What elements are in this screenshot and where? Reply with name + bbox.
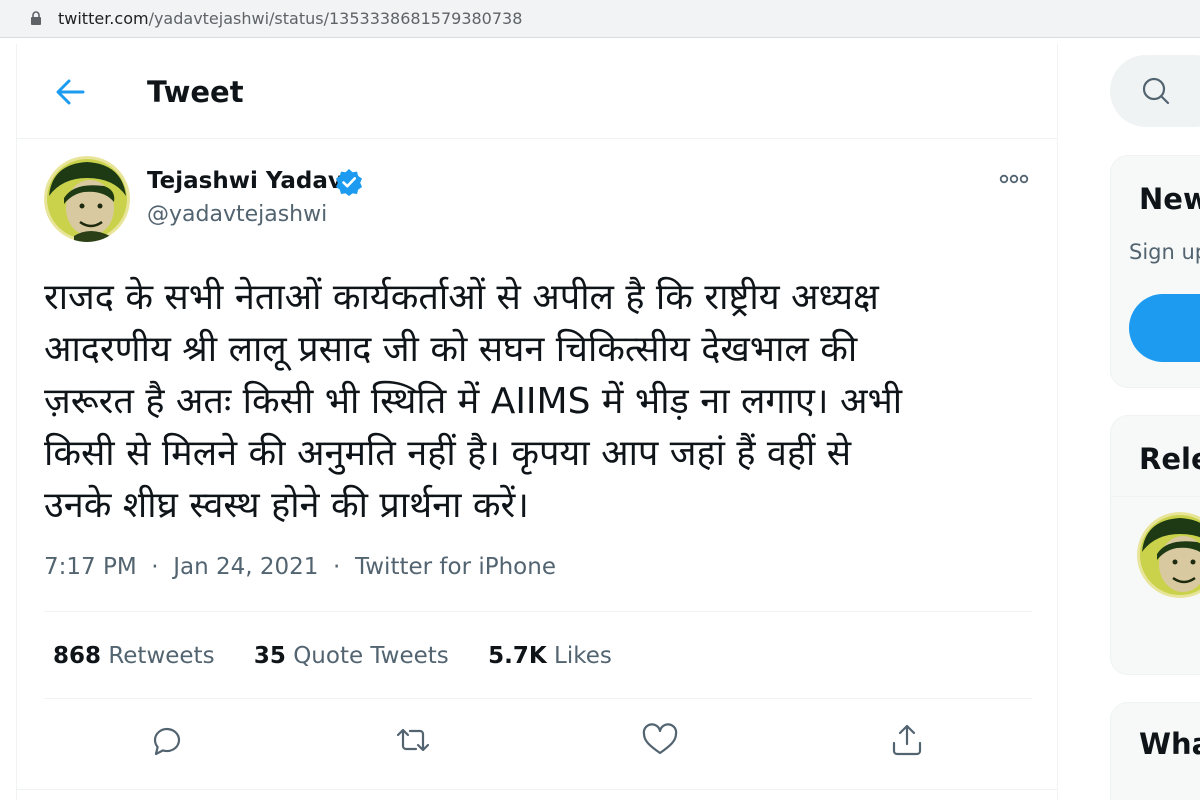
relevant-people-card: Rele xyxy=(1110,415,1200,675)
main-column: Tweet Tejashwi Yadav @yadavtejashwi राजद… xyxy=(16,44,1058,800)
lock-icon xyxy=(31,11,41,25)
tweet-text-line: आदरणीय श्री लालू प्रसाद जी को सघन चिकित्… xyxy=(44,329,858,370)
arrow-left-icon xyxy=(56,79,85,105)
meta-separator: · xyxy=(144,554,166,580)
divider xyxy=(44,698,1032,699)
whats-happening-card: Wha xyxy=(1110,702,1200,800)
search-input[interactable] xyxy=(1110,55,1200,127)
more-dots-icon xyxy=(999,174,1029,184)
divider xyxy=(17,789,1057,790)
back-button[interactable] xyxy=(51,72,91,112)
browser-address-bar[interactable]: twitter.com/yadavtejashwi/status/1353338… xyxy=(0,0,1200,38)
reply-button[interactable] xyxy=(143,716,191,764)
page-header: Tweet xyxy=(17,44,1057,139)
reply-icon xyxy=(153,728,181,756)
url-text[interactable]: twitter.com/yadavtejashwi/status/1353338… xyxy=(58,9,522,28)
share-button[interactable] xyxy=(883,716,931,764)
signup-card-subtitle: Sign up xyxy=(1129,240,1200,264)
tweet-date[interactable]: Jan 24, 2021 xyxy=(173,554,318,580)
retweet-button[interactable] xyxy=(389,716,437,764)
url-host: twitter.com xyxy=(58,9,149,28)
more-options-button[interactable] xyxy=(997,168,1031,190)
meta-separator: · xyxy=(325,554,348,580)
avatar-image xyxy=(44,156,130,242)
retweets-stat[interactable]: 868 Retweets xyxy=(53,643,215,669)
tweet-actions xyxy=(17,716,1057,764)
tweet-stats: 868 Retweets 35 Quote Tweets 5.7K Likes xyxy=(53,643,644,669)
avatar[interactable] xyxy=(1137,512,1200,598)
share-icon xyxy=(892,724,922,756)
retweets-label: Retweets xyxy=(108,643,215,669)
tweet-meta: 7:17 PM · Jan 24, 2021 · Twitter for iPh… xyxy=(44,554,556,580)
heart-icon xyxy=(642,723,678,755)
author-handle[interactable]: @yadavtejashwi xyxy=(147,202,327,227)
quote-tweets-stat[interactable]: 35 Quote Tweets xyxy=(254,643,449,669)
signup-button[interactable] xyxy=(1129,294,1200,362)
page-title: Tweet xyxy=(147,75,244,109)
whats-happening-title: Wha xyxy=(1139,727,1200,761)
author-name[interactable]: Tejashwi Yadav xyxy=(147,168,343,194)
divider xyxy=(44,611,1032,612)
tweet-time[interactable]: 7:17 PM xyxy=(44,554,137,580)
tweet-text-line: किसी से मिलने की अनुमति नहीं है। कृपया आ… xyxy=(44,433,852,474)
retweets-count: 868 xyxy=(53,643,102,669)
avatar[interactable] xyxy=(44,156,130,242)
likes-stat[interactable]: 5.7K Likes xyxy=(488,643,612,669)
tweet-text-line: उनके शीघ्र स्वस्थ होने की प्रार्थना करें… xyxy=(44,485,529,526)
retweet-icon xyxy=(396,728,430,752)
likes-count: 5.7K xyxy=(488,643,547,669)
relevant-card-title: Rele xyxy=(1139,442,1200,476)
tweet-source[interactable]: Twitter for iPhone xyxy=(355,554,556,580)
avatar-image xyxy=(1137,512,1200,598)
verified-badge-icon xyxy=(336,169,362,196)
likes-label: Likes xyxy=(554,643,612,669)
signup-card-title: New xyxy=(1139,182,1200,216)
tweet-text-line: ज़रूरत है अतः किसी भी स्थिति में AIIMS म… xyxy=(44,381,903,422)
quotes-label: Quote Tweets xyxy=(293,643,449,669)
quotes-count: 35 xyxy=(253,643,286,669)
divider xyxy=(1111,496,1200,497)
tweet-text-line: राजद के सभी नेताओं कार्यकर्ताओं से अपील … xyxy=(44,277,879,318)
signup-card: New Sign up xyxy=(1110,155,1200,388)
url-path: /yadavtejashwi/status/135333868157938073… xyxy=(148,9,523,28)
tweet-text: राजद के सभी नेताओं कार्यकर्ताओं से अपील … xyxy=(44,272,1044,532)
like-button[interactable] xyxy=(636,716,684,764)
search-icon xyxy=(1142,77,1170,105)
